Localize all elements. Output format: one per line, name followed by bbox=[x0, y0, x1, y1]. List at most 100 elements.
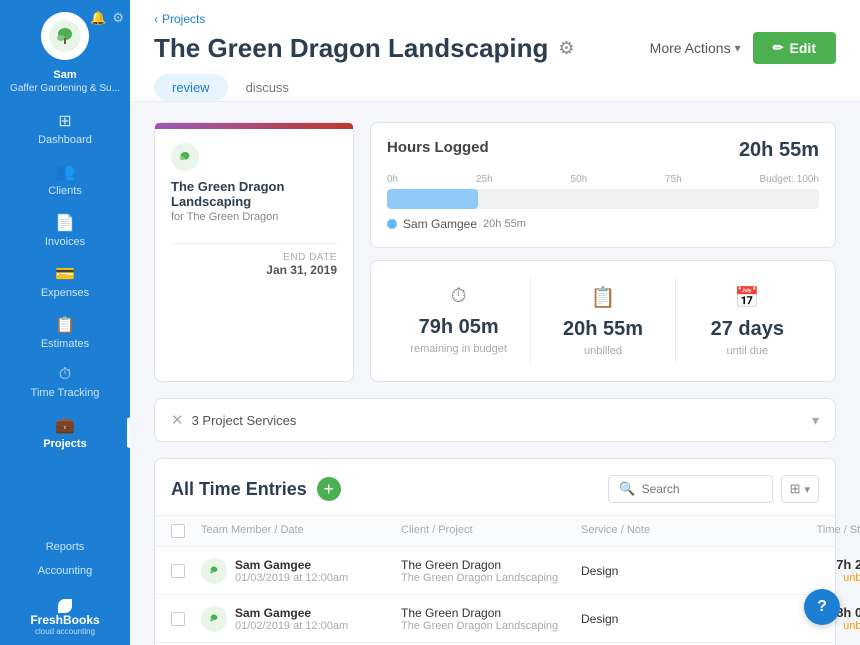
time-entries-section: All Time Entries + 🔍 ⊞ ▾ bbox=[154, 458, 836, 645]
freshbooks-graphic bbox=[58, 599, 72, 613]
sidebar-item-label: Time Tracking bbox=[31, 387, 100, 399]
sidebar-item-time-tracking[interactable]: ⏱ Time Tracking bbox=[0, 358, 130, 407]
hours-budget-label: Budget: 100h bbox=[760, 174, 820, 185]
page-header: ‹ Projects The Green Dragon Landscaping … bbox=[130, 0, 860, 102]
time-entries-title: All Time Entries bbox=[171, 479, 307, 500]
client-project: The Green Dragon Landscaping bbox=[401, 572, 581, 584]
tabs: review discuss bbox=[154, 74, 836, 101]
time-entries-controls: 🔍 ⊞ ▾ bbox=[608, 475, 819, 503]
view-chevron-icon: ▾ bbox=[804, 483, 810, 496]
client-cell: The Green Dragon The Green Dragon Landsc… bbox=[401, 606, 581, 632]
search-input[interactable] bbox=[642, 482, 762, 496]
sidebar-bottom: Reports Accounting bbox=[0, 527, 130, 587]
hours-scale-0h: 0h bbox=[387, 174, 398, 185]
cards-row: The Green Dragon Landscaping for The Gre… bbox=[154, 122, 836, 382]
search-icon: 🔍 bbox=[619, 481, 635, 497]
member-name: Sam Gamgee bbox=[235, 606, 348, 620]
main-content: ‹ Projects The Green Dragon Landscaping … bbox=[130, 0, 860, 645]
search-box[interactable]: 🔍 bbox=[608, 475, 772, 503]
hours-user-time: 20h 55m bbox=[483, 218, 526, 230]
sidebar-item-label: Estimates bbox=[41, 338, 89, 350]
sidebar-item-reports[interactable]: Reports bbox=[0, 535, 130, 559]
more-actions-label: More Actions bbox=[650, 40, 731, 56]
sidebar-item-estimates[interactable]: 📋 Estimates bbox=[0, 307, 130, 358]
calendar-icon: 📅 bbox=[735, 285, 760, 310]
sidebar-item-label: Dashboard bbox=[38, 134, 92, 146]
sidebar-user-info: Sam Gaffer Gardening & Su... bbox=[10, 68, 120, 95]
expenses-icon: 💳 bbox=[55, 264, 75, 284]
breadcrumb-chevron-icon: ‹ bbox=[154, 12, 158, 26]
member-date: 01/03/2019 at 12:00am bbox=[235, 572, 348, 584]
edit-icon: ✏ bbox=[773, 40, 784, 56]
member-date: 01/02/2019 at 12:00am bbox=[235, 620, 348, 632]
help-button[interactable]: ? bbox=[804, 589, 840, 625]
time-status: unbilled bbox=[761, 620, 860, 632]
col-member: Team Member / Date bbox=[201, 524, 401, 538]
sidebar-item-dashboard[interactable]: ⊞ Dashboard bbox=[0, 103, 130, 154]
member-cell: Sam Gamgee 01/02/2019 at 12:00am bbox=[201, 606, 401, 632]
hours-user-dot bbox=[387, 219, 397, 229]
header-checkbox-cell bbox=[171, 524, 201, 538]
stats-row: ⏱ 79h 05m remaining in budget 📋 20h 55m … bbox=[387, 277, 819, 365]
stat-unbilled-value: 20h 55m bbox=[563, 318, 643, 341]
tab-discuss[interactable]: discuss bbox=[228, 74, 307, 101]
project-avatar bbox=[171, 143, 199, 171]
more-actions-chevron-icon: ▾ bbox=[735, 41, 741, 55]
edit-button[interactable]: ✏ Edit bbox=[753, 32, 836, 64]
project-card-date: Jan 31, 2019 bbox=[171, 263, 337, 277]
project-card-divider bbox=[171, 243, 337, 244]
project-card-color-bar bbox=[155, 123, 353, 129]
time-cell: 7h 25m unbilled bbox=[761, 557, 860, 584]
row-checkbox[interactable] bbox=[171, 612, 185, 626]
sidebar-item-clients[interactable]: 👥 Clients bbox=[0, 154, 130, 205]
services-chevron-icon[interactable]: ▾ bbox=[812, 412, 819, 429]
member-cell: Sam Gamgee 01/03/2019 at 12:00am bbox=[201, 558, 401, 584]
time-entries-header: All Time Entries + 🔍 ⊞ ▾ bbox=[155, 459, 835, 516]
stat-due: 📅 27 days until due bbox=[676, 277, 819, 365]
time-status: unbilled bbox=[761, 572, 860, 584]
services-icon: ✕ bbox=[171, 411, 184, 429]
view-toggle-button[interactable]: ⊞ ▾ bbox=[781, 475, 819, 503]
sidebar-item-invoices[interactable]: 📄 Invoices bbox=[0, 205, 130, 256]
project-card-subtitle: for The Green Dragon bbox=[171, 211, 337, 223]
reports-label: Reports bbox=[46, 541, 85, 553]
member-info: Sam Gamgee 01/03/2019 at 12:00am bbox=[235, 558, 348, 584]
hours-user-name: Sam Gamgee bbox=[403, 217, 477, 231]
select-all-checkbox[interactable] bbox=[171, 524, 185, 538]
bell-icon[interactable]: 🔔 bbox=[90, 10, 106, 26]
time-tracking-icon: ⏱ bbox=[59, 366, 71, 384]
services-count: 3 Project Services bbox=[192, 413, 297, 428]
sidebar-item-label: Clients bbox=[48, 185, 82, 197]
sidebar-item-label: Expenses bbox=[41, 287, 89, 299]
invoices-icon: 📄 bbox=[55, 213, 75, 233]
tab-review[interactable]: review bbox=[154, 74, 228, 101]
company-logo bbox=[41, 12, 89, 60]
more-actions-button[interactable]: More Actions ▾ bbox=[650, 40, 741, 56]
time-value: 7h 25m bbox=[761, 557, 860, 572]
sidebar-item-projects[interactable]: 💼 Projects bbox=[0, 407, 130, 458]
row-checkbox[interactable] bbox=[171, 564, 185, 578]
breadcrumb-link[interactable]: Projects bbox=[162, 12, 205, 26]
col-service: Service / Note bbox=[581, 524, 761, 538]
title-row: The Green Dragon Landscaping ⚙ bbox=[154, 33, 575, 64]
clock-icon: ⏱ bbox=[451, 285, 467, 308]
sidebar-item-expenses[interactable]: 💳 Expenses bbox=[0, 256, 130, 307]
project-card-title: The Green Dragon Landscaping bbox=[171, 179, 337, 209]
client-name: The Green Dragon bbox=[401, 606, 581, 620]
clients-icon: 👥 bbox=[55, 162, 75, 182]
edit-label: Edit bbox=[790, 40, 816, 56]
services-row: ✕ 3 Project Services ▾ bbox=[154, 398, 836, 442]
stat-due-value: 27 days bbox=[711, 318, 784, 341]
stat-remaining-label: remaining in budget bbox=[410, 343, 507, 355]
gear-icon[interactable]: ⚙ bbox=[112, 10, 124, 26]
add-time-entry-button[interactable]: + bbox=[317, 477, 341, 501]
sidebar-icons: 🔔 ⚙ bbox=[90, 10, 124, 26]
sidebar-item-accounting[interactable]: Accounting bbox=[0, 559, 130, 583]
filter-icon[interactable]: ⚙ bbox=[558, 38, 574, 59]
freshbooks-logo: FreshBooks cloud accounting bbox=[30, 587, 99, 645]
project-card: The Green Dragon Landscaping for The Gre… bbox=[154, 122, 354, 382]
grid-view-icon: ⊞ bbox=[790, 481, 801, 497]
accounting-label: Accounting bbox=[38, 565, 92, 577]
service-cell: Design bbox=[581, 564, 761, 578]
service-cell: Design bbox=[581, 612, 761, 626]
